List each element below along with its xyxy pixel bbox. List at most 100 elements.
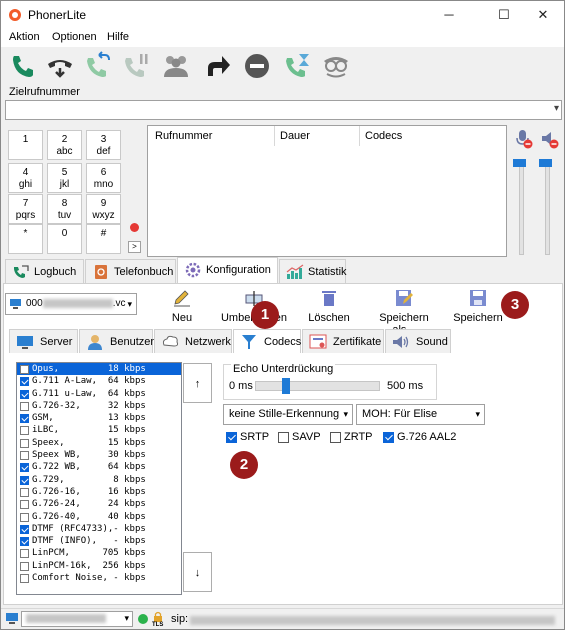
menu-aktion[interactable]: Aktion <box>9 31 40 43</box>
checkbox-box[interactable] <box>383 432 394 443</box>
codec-list-item[interactable]: G.729, 8 kbps <box>17 474 181 486</box>
keypad-key[interactable]: 0 <box>47 224 82 254</box>
forward-arrow-icon[interactable] <box>202 51 232 81</box>
codec-checkbox[interactable] <box>20 414 29 424</box>
conference-icon[interactable] <box>161 51 191 81</box>
codec-checkbox[interactable] <box>20 549 29 559</box>
dial-number-input[interactable]: ▾ <box>5 100 562 120</box>
tab-netzwerk[interactable]: Netzwerk <box>154 329 232 353</box>
codec-checkbox[interactable] <box>20 574 29 584</box>
tab-codecs[interactable]: Codecs <box>233 329 301 353</box>
mic-volume-thumb[interactable] <box>513 159 526 167</box>
codec-checkbox[interactable] <box>20 524 29 534</box>
codec-checkbox[interactable] <box>20 561 29 571</box>
codec-list-item[interactable]: Opus, 18 kbps <box>17 363 181 376</box>
call-wait-icon[interactable] <box>282 51 312 81</box>
account-select[interactable]: 000 .vc ▾ <box>5 293 137 315</box>
codec-list-item[interactable]: DTMF (RFC4733),- kbps <box>17 523 181 535</box>
column-header-number[interactable]: Rufnummer <box>155 130 212 142</box>
chevron-down-icon[interactable]: ▾ <box>127 294 132 314</box>
chevron-down-icon[interactable]: ▾ <box>554 103 559 114</box>
codec-checkbox[interactable] <box>20 451 29 461</box>
call-transfer-icon[interactable] <box>83 51 113 81</box>
status-account-select[interactable]: ▾ <box>21 611 133 627</box>
new-account-button[interactable]: Neu <box>165 289 199 325</box>
echo-slider-thumb[interactable] <box>282 378 291 394</box>
tab-sound[interactable]: Sound <box>385 329 451 353</box>
tab-benutzer[interactable]: Benutzer <box>79 329 154 353</box>
g726-aal2-checkbox[interactable]: G.726 AAL2 <box>383 431 456 443</box>
codec-checkbox[interactable] <box>20 537 29 547</box>
keypad-key[interactable]: 9 wxyz <box>86 194 121 224</box>
keypad-key[interactable]: 3 def <box>86 130 121 160</box>
mic-volume-slider[interactable] <box>519 159 524 255</box>
tab-konfiguration[interactable]: Konfiguration <box>177 257 278 283</box>
tab-logbuch[interactable]: Logbuch <box>5 259 84 283</box>
checkbox-box[interactable] <box>226 432 237 443</box>
codec-list-item[interactable]: G.726-32, 32 kbps <box>17 400 181 412</box>
codec-checkbox[interactable] <box>20 377 29 387</box>
column-header-codecs[interactable]: Codecs <box>365 130 402 142</box>
srtp-checkbox[interactable]: SRTP <box>226 431 269 443</box>
tab-zertifikate[interactable]: Zertifikate <box>302 329 384 353</box>
hang-up-down-icon[interactable] <box>45 51 75 81</box>
keypad-more-button[interactable]: > <box>128 241 141 253</box>
move-down-button[interactable]: ↓ <box>183 552 212 592</box>
codec-checkbox[interactable] <box>20 475 29 485</box>
keypad-key[interactable]: # <box>86 224 121 254</box>
call-list[interactable]: Rufnummer Dauer Codecs <box>147 125 507 257</box>
keypad-key[interactable]: * <box>8 224 43 254</box>
codec-list-item[interactable]: G.722 WB, 64 kbps <box>17 461 181 473</box>
codec-list-item[interactable]: iLBC, 15 kbps <box>17 424 181 436</box>
speaker-volume-thumb[interactable] <box>539 159 552 167</box>
keypad-key[interactable]: 5 jkl <box>47 163 82 193</box>
codec-checkbox[interactable] <box>20 463 29 473</box>
delete-account-button[interactable]: Löschen <box>307 289 351 325</box>
call-hold-icon[interactable] <box>121 51 151 81</box>
keypad-key[interactable]: 2 abc <box>47 130 82 160</box>
codec-list-item[interactable]: G.711 u-Law, 64 kbps <box>17 388 181 400</box>
codec-list-item[interactable]: G.711 A-Law, 64 kbps <box>17 375 181 387</box>
move-up-button[interactable]: ↑ <box>183 363 212 403</box>
codec-list-item[interactable]: Speex WB, 30 kbps <box>17 449 181 461</box>
anonymous-icon[interactable] <box>321 51 351 81</box>
codec-list-item[interactable]: G.726-40, 40 kbps <box>17 511 181 523</box>
checkbox-box[interactable] <box>278 432 289 443</box>
codec-list-item[interactable]: G.726-24, 24 kbps <box>17 498 181 510</box>
keypad-key[interactable]: 4 ghi <box>8 163 43 193</box>
minimize-button[interactable]: ─ <box>426 1 472 29</box>
codec-checkbox[interactable] <box>20 401 29 411</box>
microphone-mute-icon[interactable] <box>514 129 534 149</box>
codec-list-item[interactable]: GSM, 13 kbps <box>17 412 181 424</box>
silence-detection-select[interactable]: keine Stille-Erkennung ▾ <box>223 404 353 425</box>
tab-server[interactable]: Server <box>9 329 78 353</box>
codec-list-item[interactable]: G.726-16, 16 kbps <box>17 486 181 498</box>
codec-checkbox[interactable] <box>20 512 29 522</box>
keypad-key[interactable]: 7 pqrs <box>8 194 43 224</box>
menu-optionen[interactable]: Optionen <box>52 31 97 43</box>
speaker-volume-slider[interactable] <box>545 159 550 255</box>
save-as-button[interactable]: Speichern als... <box>368 289 440 336</box>
moh-select[interactable]: MOH: Für Elise ▾ <box>356 404 485 425</box>
save-button[interactable]: Speichern <box>453 289 503 325</box>
menu-hilfe[interactable]: Hilfe <box>107 31 129 43</box>
keypad-key[interactable]: 6 mno <box>86 163 121 193</box>
codec-checkbox[interactable] <box>20 500 29 510</box>
echo-slider[interactable] <box>255 381 380 391</box>
keypad-key[interactable]: 1 <box>8 130 43 160</box>
codec-checkbox[interactable] <box>20 438 29 448</box>
codec-list-item[interactable]: LinPCM, 705 kbps <box>17 547 181 559</box>
codec-checkbox[interactable] <box>20 426 29 436</box>
codec-checkbox[interactable] <box>20 389 29 399</box>
tab-telefonbuch[interactable]: Telefonbuch <box>85 259 176 283</box>
zrtp-checkbox[interactable]: ZRTP <box>330 431 373 443</box>
codec-checkbox[interactable] <box>20 487 29 497</box>
column-header-duration[interactable]: Dauer <box>280 130 310 142</box>
savp-checkbox[interactable]: SAVP <box>278 431 321 443</box>
do-not-disturb-icon[interactable] <box>242 51 272 81</box>
codec-checkbox[interactable] <box>20 365 29 374</box>
codec-list-item[interactable]: Comfort Noise, - kbps <box>17 572 181 584</box>
checkbox-box[interactable] <box>330 432 341 443</box>
keypad-key[interactable]: 8 tuv <box>47 194 82 224</box>
speaker-mute-icon[interactable] <box>540 129 560 149</box>
